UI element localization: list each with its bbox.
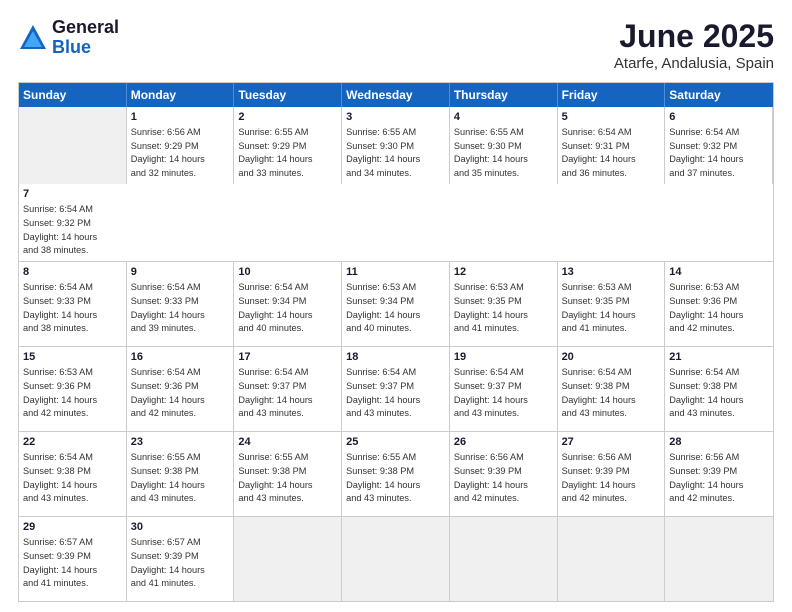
day-19: 19 Sunrise: 6:54 AMSunset: 9:37 PMDaylig… <box>450 347 558 431</box>
day-29: 29 Sunrise: 6:57 AMSunset: 9:39 PMDaylig… <box>19 517 127 601</box>
day-8: 8 Sunrise: 6:54 AMSunset: 9:33 PMDayligh… <box>19 262 127 346</box>
day-1: 1 Sunrise: 6:56 AMSunset: 9:29 PMDayligh… <box>127 107 235 184</box>
day-18: 18 Sunrise: 6:54 AMSunset: 9:37 PMDaylig… <box>342 347 450 431</box>
logo: General Blue <box>18 18 119 58</box>
header-thursday: Thursday <box>450 83 558 107</box>
week-row-2: 8 Sunrise: 6:54 AMSunset: 9:33 PMDayligh… <box>19 261 773 346</box>
header-wednesday: Wednesday <box>342 83 450 107</box>
title-month: June 2025 <box>614 18 774 55</box>
title-block: June 2025 Atarfe, Andalusia, Spain <box>614 18 774 72</box>
day-24: 24 Sunrise: 6:55 AMSunset: 9:38 PMDaylig… <box>234 432 342 516</box>
header-tuesday: Tuesday <box>234 83 342 107</box>
day-6: 6 Sunrise: 6:54 AMSunset: 9:32 PMDayligh… <box>665 107 773 184</box>
day-9: 9 Sunrise: 6:54 AMSunset: 9:33 PMDayligh… <box>127 262 235 346</box>
logo-general: General <box>52 18 119 38</box>
calendar: Sunday Monday Tuesday Wednesday Thursday… <box>18 82 774 602</box>
day-7: 7 Sunrise: 6:54 AMSunset: 9:32 PMDayligh… <box>19 184 127 261</box>
header-friday: Friday <box>558 83 666 107</box>
empty-cell <box>19 107 127 184</box>
week-row-5: 29 Sunrise: 6:57 AMSunset: 9:39 PMDaylig… <box>19 516 773 601</box>
calendar-header: Sunday Monday Tuesday Wednesday Thursday… <box>19 83 773 107</box>
day-2: 2 Sunrise: 6:55 AMSunset: 9:29 PMDayligh… <box>234 107 342 184</box>
week-row-1: 1 Sunrise: 6:56 AMSunset: 9:29 PMDayligh… <box>19 107 773 261</box>
calendar-body: 1 Sunrise: 6:56 AMSunset: 9:29 PMDayligh… <box>19 107 773 601</box>
day-13: 13 Sunrise: 6:53 AMSunset: 9:35 PMDaylig… <box>558 262 666 346</box>
day-22: 22 Sunrise: 6:54 AMSunset: 9:38 PMDaylig… <box>19 432 127 516</box>
title-location: Atarfe, Andalusia, Spain <box>614 55 774 72</box>
empty-cell <box>342 517 450 601</box>
day-23: 23 Sunrise: 6:55 AMSunset: 9:38 PMDaylig… <box>127 432 235 516</box>
week-row-3: 15 Sunrise: 6:53 AMSunset: 9:36 PMDaylig… <box>19 346 773 431</box>
day-17: 17 Sunrise: 6:54 AMSunset: 9:37 PMDaylig… <box>234 347 342 431</box>
day-16: 16 Sunrise: 6:54 AMSunset: 9:36 PMDaylig… <box>127 347 235 431</box>
header: General Blue June 2025 Atarfe, Andalusia… <box>18 18 774 72</box>
empty-cell <box>665 517 773 601</box>
header-monday: Monday <box>127 83 235 107</box>
day-10: 10 Sunrise: 6:54 AMSunset: 9:34 PMDaylig… <box>234 262 342 346</box>
logo-icon <box>18 23 48 53</box>
day-11: 11 Sunrise: 6:53 AMSunset: 9:34 PMDaylig… <box>342 262 450 346</box>
day-28: 28 Sunrise: 6:56 AMSunset: 9:39 PMDaylig… <box>665 432 773 516</box>
day-20: 20 Sunrise: 6:54 AMSunset: 9:38 PMDaylig… <box>558 347 666 431</box>
header-sunday: Sunday <box>19 83 127 107</box>
day-21: 21 Sunrise: 6:54 AMSunset: 9:38 PMDaylig… <box>665 347 773 431</box>
day-27: 27 Sunrise: 6:56 AMSunset: 9:39 PMDaylig… <box>558 432 666 516</box>
day-5: 5 Sunrise: 6:54 AMSunset: 9:31 PMDayligh… <box>558 107 666 184</box>
logo-blue: Blue <box>52 38 119 58</box>
empty-cell <box>558 517 666 601</box>
day-3: 3 Sunrise: 6:55 AMSunset: 9:30 PMDayligh… <box>342 107 450 184</box>
day-30: 30 Sunrise: 6:57 AMSunset: 9:39 PMDaylig… <box>127 517 235 601</box>
day-26: 26 Sunrise: 6:56 AMSunset: 9:39 PMDaylig… <box>450 432 558 516</box>
day-14: 14 Sunrise: 6:53 AMSunset: 9:36 PMDaylig… <box>665 262 773 346</box>
day-12: 12 Sunrise: 6:53 AMSunset: 9:35 PMDaylig… <box>450 262 558 346</box>
day-25: 25 Sunrise: 6:55 AMSunset: 9:38 PMDaylig… <box>342 432 450 516</box>
day-4: 4 Sunrise: 6:55 AMSunset: 9:30 PMDayligh… <box>450 107 558 184</box>
week-row-4: 22 Sunrise: 6:54 AMSunset: 9:38 PMDaylig… <box>19 431 773 516</box>
day-15: 15 Sunrise: 6:53 AMSunset: 9:36 PMDaylig… <box>19 347 127 431</box>
logo-text: General Blue <box>52 18 119 58</box>
empty-cell <box>450 517 558 601</box>
empty-cell <box>234 517 342 601</box>
header-saturday: Saturday <box>665 83 773 107</box>
page: General Blue June 2025 Atarfe, Andalusia… <box>0 0 792 612</box>
